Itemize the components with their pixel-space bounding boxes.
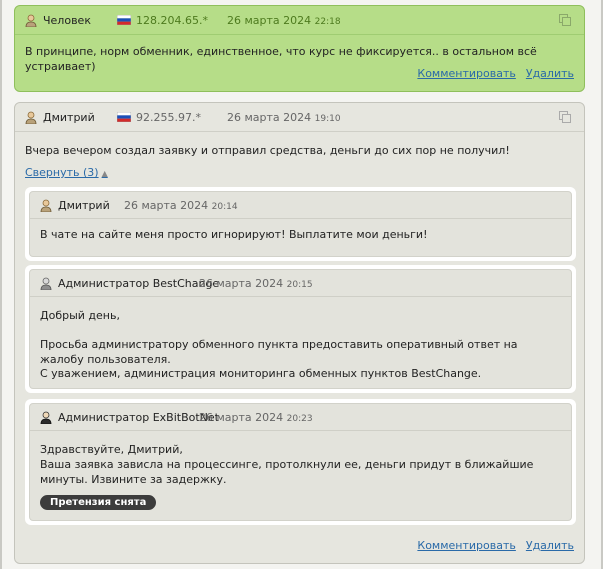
comment-button[interactable]: Комментировать <box>417 539 515 552</box>
reply-author: Администратор BestChange <box>40 277 220 291</box>
author-ip: 92.255.97.* <box>136 111 201 124</box>
comment-actions: Комментировать Удалить <box>417 539 574 552</box>
reply-text: Добрый день, <box>40 309 120 322</box>
russia-flag-icon <box>116 14 132 26</box>
user-icon <box>40 199 52 213</box>
reply-body: Дмитрий 26 марта 2024 20:14 В чате на са… <box>29 191 572 257</box>
russia-flag-icon <box>116 111 132 123</box>
author-name: Администратор ExBitBotNet <box>58 411 219 424</box>
reply-text: С уважением, администрация мониторинга о… <box>40 367 482 380</box>
admin-icon <box>40 277 52 291</box>
author-name: Дмитрий <box>43 111 95 124</box>
author-name: Дмитрий <box>58 199 110 212</box>
reply-body: Администратор BestChange 26 марта 2024 2… <box>29 269 572 389</box>
copy-icon[interactable] <box>558 110 572 124</box>
comment-author: Человек <box>25 14 91 28</box>
comment-button[interactable]: Комментировать <box>417 67 515 80</box>
comment-text: Вчера вечером создал заявку и отправил с… <box>25 144 510 157</box>
comment-date: 26 марта 2024 19:10 <box>227 111 341 124</box>
reply-text: В чате на сайте меня просто игнорируют! … <box>40 228 428 241</box>
reply-header: Администратор BestChange 26 марта 2024 2… <box>30 270 571 297</box>
reply-text: Просьба администратору обменного пункта … <box>40 338 518 366</box>
comment-header: Человек 128.204.65.* 26 марта 2024 22:18 <box>15 6 584 35</box>
reply-header: Дмитрий 26 марта 2024 20:14 <box>30 192 571 219</box>
reply-author: Администратор ExBitBotNet <box>40 411 219 425</box>
reply-card-1: Дмитрий 26 марта 2024 20:14 В чате на са… <box>25 187 576 261</box>
comment-card-1: Человек 128.204.65.* 26 марта 2024 22:18… <box>14 5 585 92</box>
admin-icon <box>40 411 52 425</box>
reply-date: 26 марта 2024 20:14 <box>124 199 238 212</box>
reply-author: Дмитрий <box>40 199 110 213</box>
comment-card-2: Дмитрий 92.255.97.* 26 марта 2024 19:10 … <box>14 102 585 564</box>
delete-button[interactable]: Удалить <box>526 539 574 552</box>
delete-button[interactable]: Удалить <box>526 67 574 80</box>
reply-card-2: Администратор BestChange 26 марта 2024 2… <box>25 265 576 393</box>
copy-icon[interactable] <box>558 13 572 27</box>
status-badge: Претензия снята <box>40 495 157 510</box>
collapse-replies-link[interactable]: Свернуть (3) ▲ <box>25 166 108 179</box>
author-name: Администратор BestChange <box>58 277 220 290</box>
comment-header: Дмитрий 92.255.97.* 26 марта 2024 19:10 <box>15 103 584 132</box>
page-frame-left <box>0 0 2 569</box>
reply-date: 26 марта 2024 20:15 <box>199 277 313 290</box>
reply-body: Администратор ExBitBotNet 26 марта 2024 … <box>29 403 572 521</box>
reply-date: 26 марта 2024 20:23 <box>199 411 313 424</box>
reply-text: Ваша заявка зависла на процессинге, прот… <box>40 458 534 486</box>
comment-author: Дмитрий <box>25 111 95 125</box>
reply-header: Администратор ExBitBotNet 26 марта 2024 … <box>30 404 571 431</box>
comment-actions: Комментировать Удалить <box>417 67 574 80</box>
author-ip: 128.204.65.* <box>136 14 208 27</box>
comment-date: 26 марта 2024 22:18 <box>227 14 341 27</box>
reply-card-3: Администратор ExBitBotNet 26 марта 2024 … <box>25 399 576 525</box>
user-icon <box>25 111 37 125</box>
author-name: Человек <box>43 14 91 27</box>
user-icon <box>25 14 37 28</box>
collapse-arrow-icon: ▲ <box>101 169 108 178</box>
reply-text: Здравствуйте, Дмитрий, <box>40 443 183 456</box>
